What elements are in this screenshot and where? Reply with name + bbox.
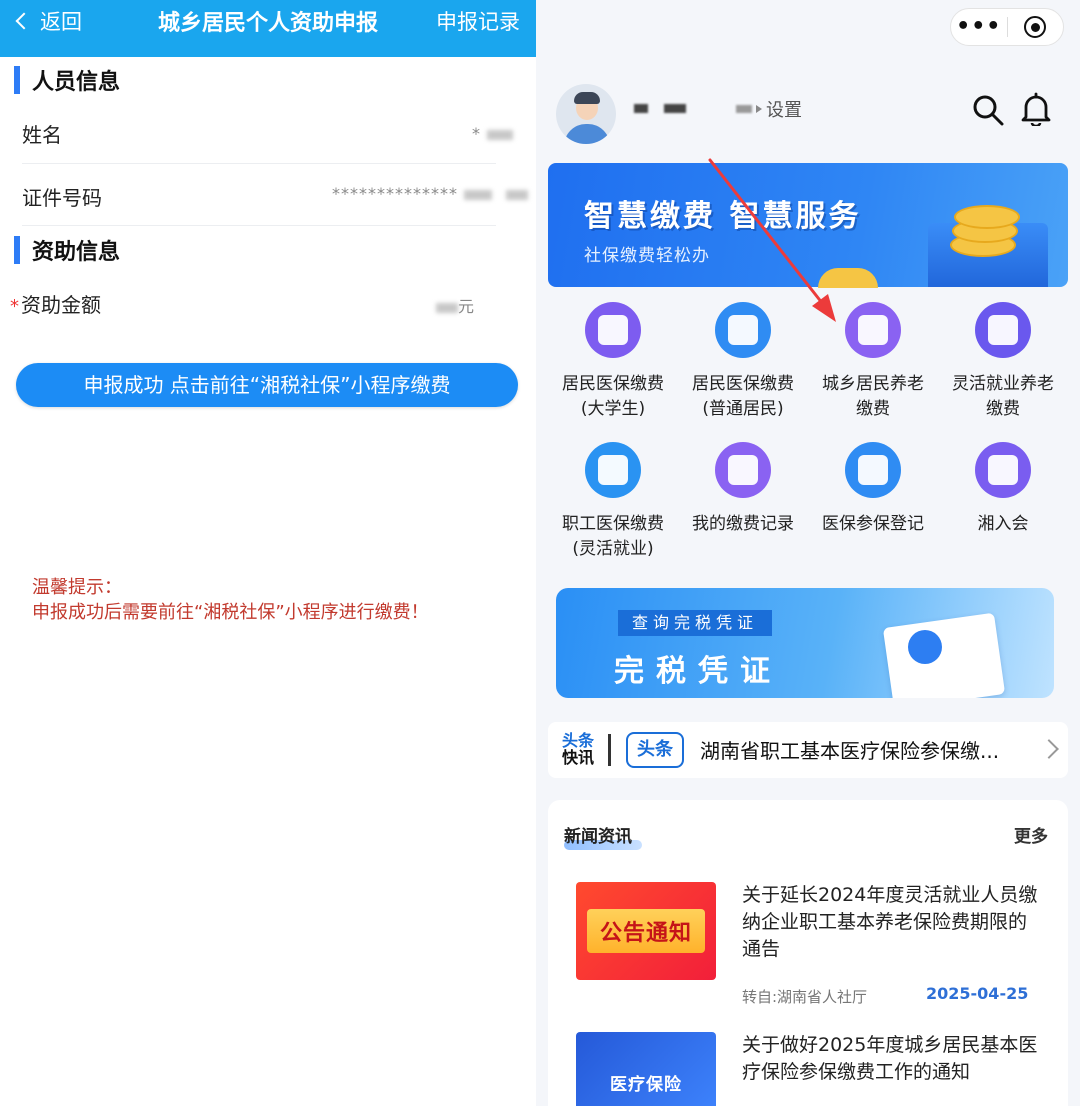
- service-label: 医保参保登记: [822, 514, 924, 534]
- service-urban-rural-pension[interactable]: 城乡居民养老 缴费: [808, 302, 938, 422]
- payment-terminal-icon: [845, 302, 901, 358]
- divider: [608, 734, 611, 766]
- amount-unit: 元: [458, 297, 476, 316]
- redacted-mark: [487, 129, 513, 140]
- subsidy-amount-label: * 资助金额: [10, 289, 101, 318]
- id-number-value: **************: [332, 184, 528, 203]
- subsidy-amount-label-text: 资助金额: [21, 293, 101, 317]
- check-badge-icon: [908, 630, 942, 664]
- user-header: 设置: [536, 58, 1080, 158]
- headline-text: 湖南省职工基本医疗保险参保缴...: [700, 739, 1000, 763]
- avatar[interactable]: [556, 84, 616, 144]
- service-label: 灵活就业养老 缴费: [952, 374, 1054, 419]
- news-section: 新闻资讯 更多 公告通知 关于延长2024年度灵活就业人员缴纳企业职工基本养老保…: [548, 800, 1068, 1106]
- pay-in-mini-program-button[interactable]: 申报成功 点击前往“湘税社保”小程序缴费: [16, 363, 518, 407]
- service-flexible-employment-pension[interactable]: 灵活就业养老 缴费: [938, 302, 1068, 422]
- house-icon: [975, 442, 1031, 498]
- name-label: 姓名: [22, 123, 62, 147]
- notice-thumbnail: 公告通知: [576, 882, 716, 980]
- redacted-mark: [464, 189, 492, 200]
- chevron-right-icon: [1039, 739, 1059, 759]
- required-mark: *: [10, 296, 19, 317]
- section-accent-bar: [14, 236, 20, 264]
- id-number-value-text: **************: [332, 184, 458, 203]
- subsidy-info-section-title: 资助信息: [14, 234, 120, 266]
- bell-icon[interactable]: [1020, 92, 1052, 126]
- coin-icon: [818, 268, 878, 288]
- divider: [22, 163, 496, 164]
- smart-payment-banner[interactable]: 智慧缴费 智慧服务 社保缴费轻松办: [548, 163, 1068, 287]
- section-title-text: 资助信息: [32, 240, 121, 265]
- section-accent-bar: [14, 66, 20, 94]
- news-title: 关于延长2024年度灵活就业人员缴纳企业职工基本养老保险费期限的通告: [742, 884, 1038, 960]
- divider: [22, 225, 496, 226]
- settings-link[interactable]: 设置: [736, 96, 802, 122]
- service-label: 我的缴费记录: [692, 514, 794, 534]
- declaration-record-link[interactable]: 申报记录: [436, 6, 520, 36]
- redacted-mark: [436, 302, 458, 313]
- briefcase-icon: [975, 302, 1031, 358]
- headline-news-bar[interactable]: 头条 快讯 头条 湖南省职工基本医疗保险参保缴...: [548, 722, 1068, 778]
- tip-body: 申报成功后需要前往“湘税社保”小程序进行缴费！: [32, 602, 429, 623]
- medical-insurance-thumbnail: 医疗保险: [576, 1032, 716, 1106]
- service-label: 湘入会: [977, 514, 1029, 534]
- id-number-label: 证件号码: [22, 186, 102, 210]
- banner-tag: 查询完税凭证: [618, 610, 773, 636]
- service-label: 居民医保缴费 (大学生): [562, 374, 664, 419]
- banner-headline: 智慧缴费 智慧服务: [584, 199, 862, 234]
- arrow-right-icon: [756, 105, 762, 113]
- service-resident-medical-student[interactable]: 居民医保缴费 (大学生): [548, 302, 678, 422]
- coin-icon: [954, 205, 1020, 229]
- name-value: *: [472, 124, 513, 143]
- id-card-icon: [585, 442, 641, 498]
- headline-brand-logo: 头条 快讯: [562, 731, 595, 767]
- service-xiang-ruhui[interactable]: 湘入会: [938, 442, 1068, 537]
- service-employee-medical[interactable]: 职工医保缴费 (灵活就业): [548, 442, 678, 562]
- graduation-cap-icon: [585, 302, 641, 358]
- declaration-page: 返回 城乡居民个人资助申报 申报记录 人员信息 姓名 * 证件号码 ******…: [0, 0, 536, 1106]
- search-icon[interactable]: [972, 94, 1004, 126]
- user-name-redacted: [634, 104, 686, 113]
- service-my-payment-records[interactable]: 我的缴费记录: [678, 442, 808, 537]
- section-title-text: 人员信息: [32, 70, 121, 95]
- service-label: 职工医保缴费 (灵活就业): [562, 514, 664, 559]
- service-medical-registration[interactable]: 医保参保登记: [808, 442, 938, 537]
- warm-tip: 温馨提示： 申报成功后需要前往“湘税社保”小程序进行缴费！: [32, 575, 429, 625]
- service-label: 居民医保缴费 (普通居民): [692, 374, 794, 419]
- mini-program-capsule: •••: [950, 8, 1064, 46]
- redacted-mark: [736, 105, 752, 113]
- tip-title: 温馨提示：: [32, 577, 122, 598]
- redacted-mark: [506, 189, 528, 200]
- news-section-title: 新闻资讯: [564, 827, 632, 847]
- close-mini-program-button[interactable]: [1007, 16, 1063, 38]
- records-icon: [715, 442, 771, 498]
- buildings-icon: [715, 302, 771, 358]
- thumbnail-text: 公告通知: [587, 909, 705, 953]
- subsidy-amount-value: 元: [436, 293, 475, 317]
- mini-program-home: ••• 设置 智慧缴费 智慧服务 社保缴费轻松办 居民医保缴费 (大学生) 居民…: [536, 0, 1080, 1106]
- banner-headline: 完税凭证: [614, 654, 782, 689]
- service-resident-medical-general[interactable]: 居民医保缴费 (普通居民): [678, 302, 808, 422]
- headline-tag: 头条: [626, 732, 684, 768]
- certificate-illustration: [882, 612, 1006, 698]
- name-value-text: *: [472, 124, 481, 143]
- service-label: 城乡居民养老 缴费: [822, 374, 924, 419]
- news-date: 2025-04-25: [926, 984, 1029, 1003]
- tax-certificate-banner[interactable]: 查询完税凭证 完税凭证: [556, 588, 1054, 698]
- thumbnail-text: 医疗保险: [610, 1075, 682, 1095]
- nav-bar: 返回 城乡居民个人资助申报 申报记录: [0, 0, 536, 57]
- more-menu-button[interactable]: •••: [951, 12, 1007, 42]
- news-more-link[interactable]: 更多: [1014, 822, 1048, 847]
- settings-label: 设置: [766, 100, 802, 121]
- target-icon: [1024, 16, 1047, 38]
- news-title: 关于做好2025年度城乡居民基本医疗保险参保缴费工作的通知: [742, 1034, 1038, 1083]
- banner-subtitle: 社保缴费轻松办: [584, 246, 710, 266]
- person-info-section-title: 人员信息: [14, 64, 120, 96]
- medical-cross-icon: [845, 442, 901, 498]
- news-source: 转自:湖南省人社厅: [742, 988, 868, 1006]
